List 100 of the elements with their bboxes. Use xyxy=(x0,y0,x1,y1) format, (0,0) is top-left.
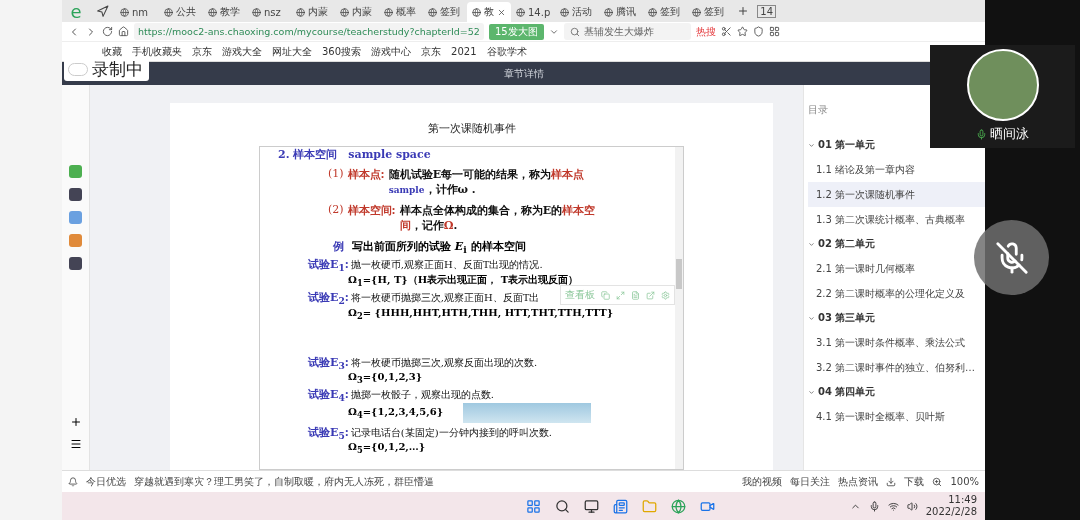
globe-icon xyxy=(164,7,173,17)
bell-icon xyxy=(68,476,78,487)
bookmark[interactable]: 京东 xyxy=(192,44,212,59)
browser-icon[interactable] xyxy=(671,498,687,514)
bookmark[interactable]: 游戏中心 xyxy=(371,44,412,59)
browser-tab[interactable]: nm xyxy=(115,2,159,22)
search-icon xyxy=(569,26,580,37)
lesson-item[interactable]: 3.2 第二课时事件的独立、伯努利… xyxy=(808,355,978,380)
lesson-item[interactable]: 2.2 第二课时概率的公理化定义及 xyxy=(808,281,968,306)
home-icon[interactable] xyxy=(118,26,129,37)
clock[interactable]: 11:49 2022/2/28 xyxy=(925,494,977,518)
bookmark[interactable]: 2021 xyxy=(451,46,477,57)
grid-icon[interactable] xyxy=(768,26,780,37)
sample-space-formula: Ω$_{1}$={H, T}（H表示出现正面， T表示出现反面） xyxy=(348,273,579,289)
browser-tab[interactable]: 签到 xyxy=(687,2,732,22)
sample-space-formula: Ω$_{3}$={0,1,2,3} xyxy=(348,370,423,385)
close-icon[interactable] xyxy=(497,7,506,17)
lesson-item[interactable]: 1.2 第一次课随机事件 xyxy=(808,182,985,207)
trial-label: 试验E$_{3}$: xyxy=(308,354,349,371)
bookmark[interactable]: 网址大全 xyxy=(272,44,312,59)
lesson-item[interactable]: 3.1 第一课时条件概率、乘法公式 xyxy=(808,330,968,355)
globe-icon xyxy=(560,7,570,17)
menu-icon[interactable] xyxy=(69,438,82,450)
add-icon[interactable] xyxy=(69,416,82,428)
star-icon[interactable] xyxy=(736,26,748,37)
browser-tab[interactable]: 腾讯 xyxy=(599,2,644,22)
recording-label: 录制中 xyxy=(92,58,143,81)
browser-tab[interactable]: 签到 xyxy=(423,2,467,22)
globe-icon xyxy=(252,7,261,17)
widgets-icon[interactable] xyxy=(613,498,629,514)
tab-count[interactable]: 14 xyxy=(757,4,776,18)
bookmark[interactable]: 手机收藏夹 xyxy=(132,44,182,59)
trial-description: 将一枚硬币抛掷三次,观察反面出现的次数. xyxy=(350,355,538,370)
bookmark[interactable]: 京东 xyxy=(421,44,442,59)
status-link[interactable]: 每日关注 xyxy=(790,474,831,489)
zoom-level[interactable]: 100% xyxy=(950,476,979,487)
new-tab-icon[interactable] xyxy=(737,5,750,17)
bookmark[interactable]: 360搜索 xyxy=(322,44,362,59)
bookmark[interactable]: 收藏 xyxy=(102,44,122,59)
unit-heading[interactable]: 02 第二单元 xyxy=(808,232,876,256)
wifi-icon[interactable] xyxy=(887,500,899,512)
today-picks-link[interactable]: 今日优选 xyxy=(86,474,126,489)
caret-icon xyxy=(808,314,815,322)
refresh-icon[interactable] xyxy=(102,26,113,37)
browser-tab[interactable]: nsz xyxy=(247,2,291,22)
globe-icon xyxy=(340,7,349,17)
lesson-item[interactable]: 4.1 第一课时全概率、贝叶斯 xyxy=(808,404,948,429)
app-icon[interactable] xyxy=(69,257,82,270)
globe-icon xyxy=(648,7,658,17)
trial-label: 试验E$_{4}$: xyxy=(308,386,349,403)
lesson-item[interactable]: 1.1 绪论及第一章内容 xyxy=(808,157,918,182)
globe-icon xyxy=(120,7,129,17)
trial-description: 记录电话台(某固定)一分钟内接到的呼叫次数. xyxy=(350,425,552,440)
mic-icon xyxy=(976,128,987,140)
sample-space-formula: Ω$_{2}$= {HHH,HHT,HTH,THH, HTT,THT,TTH,TTT} xyxy=(348,306,614,321)
definition-number: (2) xyxy=(328,203,344,218)
search-icon[interactable] xyxy=(555,498,571,514)
browser-tab[interactable]: 教 xyxy=(467,2,511,22)
browser-tab[interactable]: 14.p xyxy=(511,2,556,22)
scissors-icon[interactable] xyxy=(720,26,732,37)
caret-icon xyxy=(808,240,815,248)
trial-description: 将一枚硬币抛掷三次,观察正面H、反面T出 xyxy=(350,291,540,306)
browser-tab[interactable]: 签到 xyxy=(643,2,688,22)
unit-heading[interactable]: 01 第一单元 xyxy=(808,133,876,157)
unit-heading[interactable]: 04 第四单元 xyxy=(808,380,876,404)
start-icon[interactable] xyxy=(526,498,542,514)
globe-icon xyxy=(472,7,481,17)
browser-tab[interactable]: 内蒙 xyxy=(291,2,335,22)
news-ticker[interactable]: 穿越就遇到寒灾？理工男笑了，自制取暖，府内无人冻死，群臣懵逼 xyxy=(134,474,434,489)
app-icon[interactable] xyxy=(69,188,82,201)
browser-tab[interactable]: 内蒙 xyxy=(335,2,379,22)
mic-icon[interactable] xyxy=(868,500,880,512)
bookmark[interactable]: 游戏大全 xyxy=(222,44,262,59)
shield-icon[interactable] xyxy=(752,26,764,37)
bookmark[interactable]: 谷歌学术 xyxy=(486,44,527,59)
status-link[interactable]: 热点资讯 xyxy=(838,474,879,489)
globe-icon xyxy=(384,7,393,17)
search-field[interactable]: 基辅发生大爆炸 xyxy=(563,23,691,40)
lesson-item[interactable]: 1.3 第二次课统计概率、古典概率 xyxy=(808,207,968,232)
volume-icon[interactable] xyxy=(906,500,918,512)
participant-name: 晒间泳 xyxy=(990,125,1029,143)
lesson-item[interactable]: 2.1 第一课时几何概率 xyxy=(808,256,918,281)
globe-icon xyxy=(692,7,702,17)
browser-tab[interactable]: 活动 xyxy=(555,2,600,22)
unit-heading[interactable]: 03 第三单元 xyxy=(808,306,876,330)
task-view-icon[interactable] xyxy=(584,498,600,514)
browser-tab[interactable]: 公共 xyxy=(159,2,203,22)
browser-tab[interactable]: 概率 xyxy=(379,2,423,22)
globe-icon xyxy=(296,7,305,17)
download-link[interactable]: 下载 xyxy=(904,474,925,489)
address-field[interactable]: https://mooc2-ans.chaoxing.com/mycourse/teacherstudy?chapterId=52 xyxy=(134,23,484,40)
browser-tab[interactable]: 教学 xyxy=(203,2,247,22)
status-link[interactable]: 我的视频 xyxy=(742,474,783,489)
zoom-icon[interactable] xyxy=(932,476,943,487)
hot-label: 热搜 xyxy=(695,24,716,39)
cloud-icon xyxy=(68,63,88,76)
mic-off-icon xyxy=(994,240,1029,275)
download-icon[interactable] xyxy=(886,476,897,487)
example-label: 例 xyxy=(333,239,344,255)
navigation-icon[interactable] xyxy=(96,4,109,18)
